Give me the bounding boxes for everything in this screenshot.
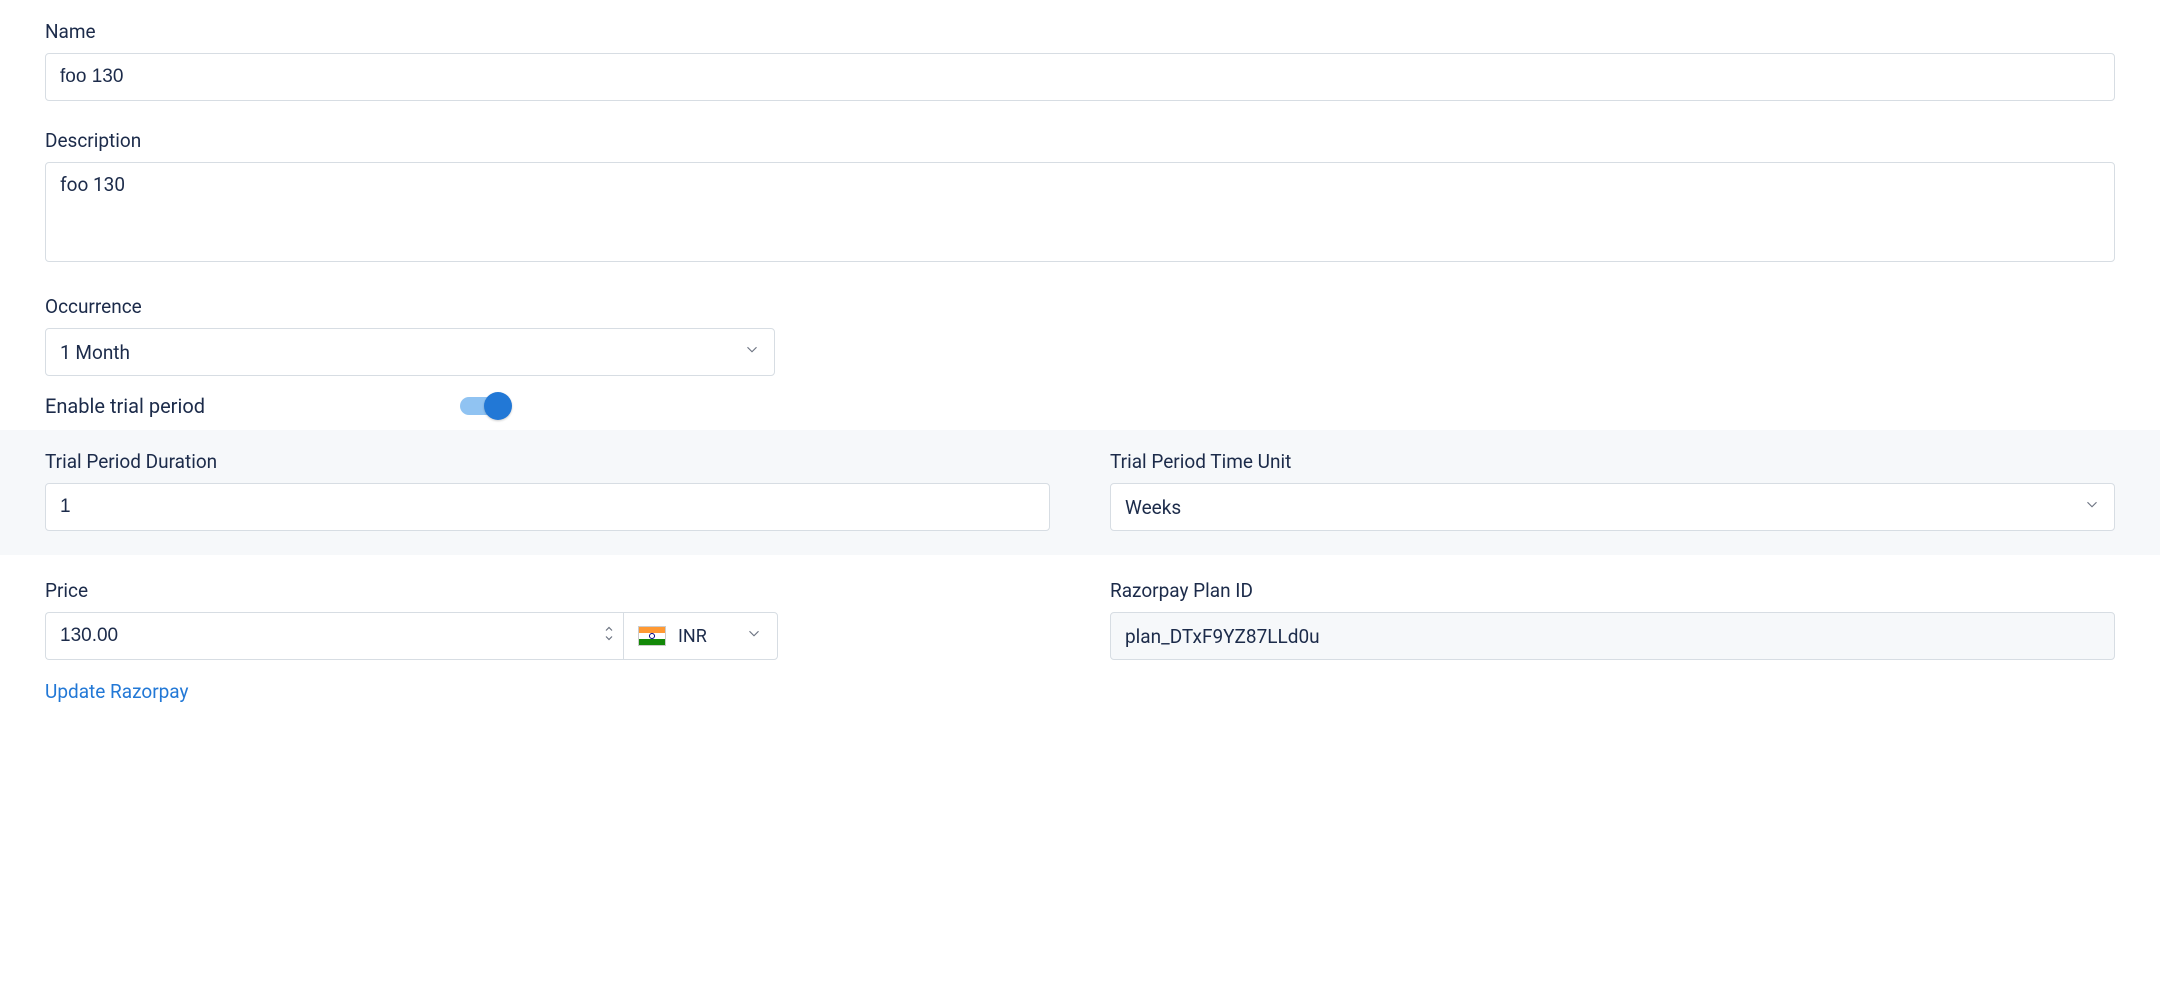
price-plan-row: Price <box>45 579 2115 703</box>
trial-duration-block: Trial Period Duration <box>45 450 1050 531</box>
trial-section: Trial Period Duration Trial Period Time … <box>0 430 2160 555</box>
update-razorpay-link[interactable]: Update Razorpay <box>45 680 189 703</box>
occurrence-field-block: Occurrence 1 Month <box>45 295 2115 376</box>
description-textarea[interactable]: foo 130 <box>45 162 2115 262</box>
enable-trial-toggle[interactable] <box>460 392 512 420</box>
price-label: Price <box>45 579 1050 602</box>
name-label: Name <box>45 20 2115 43</box>
name-input[interactable] <box>45 53 2115 101</box>
description-field-block: Description foo 130 <box>45 129 2115 267</box>
toggle-thumb <box>484 392 512 420</box>
occurrence-select[interactable]: 1 Month <box>45 328 775 376</box>
enable-trial-row: Enable trial period <box>45 392 2115 420</box>
trial-duration-label: Trial Period Duration <box>45 450 1050 473</box>
price-block: Price <box>45 579 1050 703</box>
occurrence-value: 1 Month <box>45 328 775 376</box>
india-flag-icon <box>638 626 666 646</box>
currency-select[interactable]: INR <box>623 612 778 660</box>
occurrence-label: Occurrence <box>45 295 2115 318</box>
razorpay-plan-id: plan_DTxF9YZ87LLd0u <box>1110 612 2115 660</box>
price-row: INR <box>45 612 1050 660</box>
description-label: Description <box>45 129 2115 152</box>
plan-form: Name Description foo 130 Occurrence 1 Mo… <box>0 0 2160 723</box>
name-field-block: Name <box>45 20 2115 101</box>
price-input-wrap <box>45 612 623 660</box>
trial-unit-block: Trial Period Time Unit Weeks <box>1110 450 2115 531</box>
enable-trial-label: Enable trial period <box>45 394 460 418</box>
trial-unit-select[interactable]: Weeks <box>1110 483 2115 531</box>
trial-duration-input[interactable] <box>45 483 1050 531</box>
currency-code: INR <box>678 626 707 647</box>
razorpay-plan-block: Razorpay Plan ID plan_DTxF9YZ87LLd0u <box>1110 579 2115 703</box>
razorpay-plan-label: Razorpay Plan ID <box>1110 579 2115 602</box>
price-input[interactable] <box>45 612 623 660</box>
chevron-down-icon <box>745 625 763 648</box>
trial-unit-value: Weeks <box>1110 483 2115 531</box>
trial-unit-label: Trial Period Time Unit <box>1110 450 2115 473</box>
